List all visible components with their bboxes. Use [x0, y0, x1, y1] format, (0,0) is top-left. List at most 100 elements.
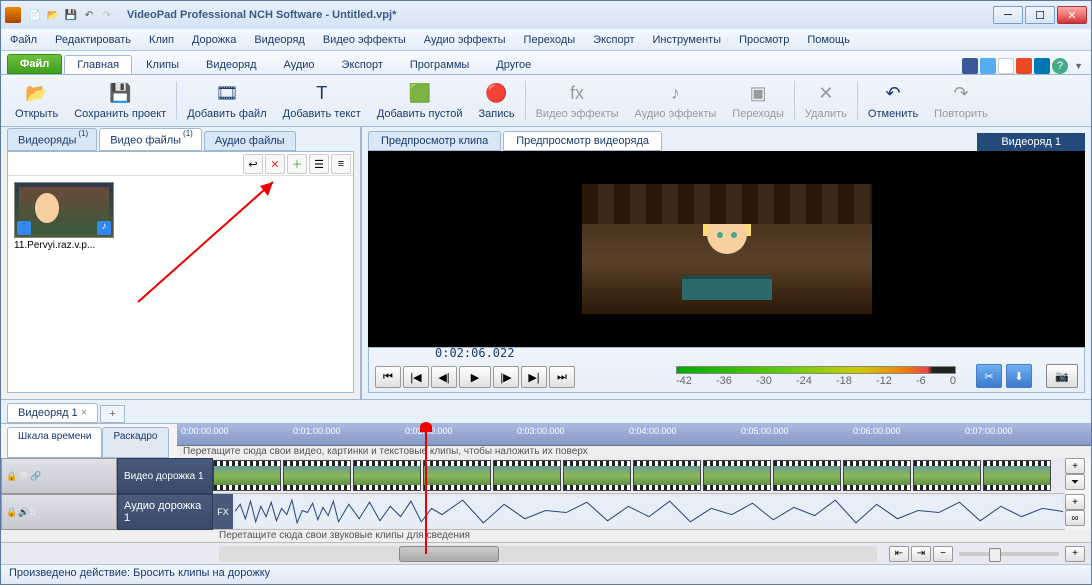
prev-frame-button[interactable]: |◀: [403, 366, 429, 388]
ribbon-tab-export[interactable]: Экспорт: [329, 55, 396, 74]
menu-clip[interactable]: Клип: [140, 31, 183, 49]
ribbon-Повторить-button[interactable]: ↷Повторить: [926, 77, 996, 124]
menu-track[interactable]: Дорожка: [183, 31, 245, 49]
video-track[interactable]: [213, 458, 1065, 494]
qa-save-icon[interactable]: 💾: [63, 7, 79, 23]
vu-meter: -42-36-30-24-18-12-60: [676, 366, 956, 388]
maximize-button[interactable]: ☐: [1025, 6, 1055, 24]
qa-undo-icon[interactable]: ↶: [81, 7, 97, 23]
zoom-out-button[interactable]: −: [933, 546, 953, 562]
sequence-tab[interactable]: Видеоряд 1 ×: [7, 403, 98, 423]
next-frame-button[interactable]: ▶|: [521, 366, 547, 388]
add-sequence-button[interactable]: +: [100, 405, 124, 423]
bin-delete-button[interactable]: ✕: [265, 154, 285, 174]
speaker-icon[interactable]: 🔊: [18, 507, 28, 517]
menu-transitions[interactable]: Переходы: [515, 31, 585, 49]
video-track-controls[interactable]: 🔒 👁 🔗: [1, 458, 117, 494]
timeline-tab[interactable]: Шкала времени: [7, 427, 102, 458]
zoom-in-button[interactable]: +: [1065, 546, 1085, 562]
ribbon-Видео эффекты-button[interactable]: fxВидео эффекты: [528, 77, 627, 124]
stumble-icon[interactable]: [1016, 58, 1032, 74]
qa-redo-icon[interactable]: ↷: [99, 7, 115, 23]
twitter-icon[interactable]: [980, 58, 996, 74]
ribbon-tab-clips[interactable]: Клипы: [133, 55, 192, 74]
split-button[interactable]: ✂: [976, 364, 1002, 388]
ribbon-tab-other[interactable]: Другое: [483, 55, 544, 74]
menu-videofx[interactable]: Видео эффекты: [314, 31, 415, 49]
step-back-button[interactable]: ◀|: [431, 366, 457, 388]
ribbon-Удалить-button[interactable]: ✕Удалить: [797, 77, 855, 124]
marker-button[interactable]: ⬇: [1006, 364, 1032, 388]
preview-tab-sequence[interactable]: Предпросмотр видеоряда: [503, 131, 662, 151]
goto-start-button[interactable]: ⏮: [375, 366, 401, 388]
audio-hint: Перетащите сюда свои звуковые клипы для …: [1, 530, 1091, 542]
qa-new-icon[interactable]: 📄: [27, 7, 43, 23]
bin-list-button[interactable]: ≡: [331, 154, 351, 174]
bin-view-button[interactable]: ☰: [309, 154, 329, 174]
close-button[interactable]: ✕: [1057, 6, 1087, 24]
menu-sequence[interactable]: Видеоряд: [245, 31, 314, 49]
atrack-link-button[interactable]: ∞: [1065, 510, 1085, 526]
ribbon-tab-home[interactable]: Главная: [64, 55, 132, 74]
menu-view[interactable]: Просмотр: [730, 31, 798, 49]
audio-track[interactable]: FX: [213, 494, 1065, 530]
vtrack-menu-button[interactable]: ⏷: [1065, 474, 1085, 490]
play-button[interactable]: ▶: [459, 366, 491, 388]
add-vtrack-button[interactable]: +: [1065, 458, 1085, 474]
solo-icon[interactable]: S: [30, 507, 40, 517]
goto-end-button[interactable]: ⏭: [549, 366, 575, 388]
bin-add-button[interactable]: ＋: [287, 154, 307, 174]
status-bar: Произведено действие: Бросить клипы на д…: [1, 564, 1091, 584]
bin-tab-video[interactable]: Видео файлы(1): [99, 128, 202, 151]
storyboard-tab[interactable]: Раскадро: [102, 427, 168, 458]
menu-tools[interactable]: Инструменты: [644, 31, 731, 49]
menu-audiofx[interactable]: Аудио эффекты: [415, 31, 515, 49]
preview-tab-clip[interactable]: Предпросмотр клипа: [368, 131, 501, 151]
menu-export[interactable]: Экспорт: [584, 31, 643, 49]
timeline-ruler[interactable]: 0:00:00.0000:01:00.0000:02:00.0000:03:00…: [177, 424, 1091, 446]
help-icon[interactable]: ?: [1052, 58, 1068, 74]
ribbon-tab-audio[interactable]: Аудио: [271, 55, 328, 74]
google-icon[interactable]: [998, 58, 1014, 74]
collapse-ribbon-icon[interactable]: ▼: [1070, 61, 1087, 71]
ribbon-Сохранить проект-button[interactable]: 💾Сохранить проект: [66, 77, 174, 124]
add-atrack-button[interactable]: +: [1065, 494, 1085, 510]
ribbon-Запись-button[interactable]: 🔴Запись: [471, 77, 523, 124]
menu-edit[interactable]: Редактировать: [46, 31, 140, 49]
ribbon-Аудио эффекты-button[interactable]: ♪Аудио эффекты: [627, 77, 725, 124]
audio-track-controls[interactable]: 🔒 🔊 S: [1, 494, 117, 530]
menu-file[interactable]: Файл: [1, 31, 46, 49]
qa-open-icon[interactable]: 📂: [45, 7, 61, 23]
ribbon-Отменить-button[interactable]: ↶Отменить: [860, 77, 926, 124]
lock-icon[interactable]: 🔒: [6, 507, 16, 517]
timeline-scrollbar[interactable]: [219, 546, 877, 562]
linkedin-icon[interactable]: [1034, 58, 1050, 74]
bin-tab-audio[interactable]: Аудио файлы: [204, 131, 296, 151]
clip-thumbnail[interactable]: ♪ 11.Pervyi.raz.v.p...: [14, 182, 114, 251]
minimize-button[interactable]: ─: [993, 6, 1023, 24]
menu-bar: Файл Редактировать Клип Дорожка Видеоряд…: [1, 29, 1091, 51]
ribbon-file-tab[interactable]: Файл: [7, 54, 62, 74]
fx-button[interactable]: FX: [213, 494, 233, 529]
ribbon-Переходы-button[interactable]: ▣Переходы: [724, 77, 792, 124]
scroll-left-button[interactable]: ⇤: [889, 546, 909, 562]
zoom-slider[interactable]: [959, 552, 1059, 556]
playhead[interactable]: [425, 424, 427, 554]
step-fwd-button[interactable]: |▶: [493, 366, 519, 388]
facebook-icon[interactable]: [962, 58, 978, 74]
link-icon[interactable]: 🔗: [30, 471, 40, 481]
snapshot-button[interactable]: 📷: [1046, 364, 1078, 388]
ribbon-Добавить пустой-button[interactable]: 🟩Добавить пустой: [369, 77, 471, 124]
audio-track-name: Аудио дорожка 1: [117, 494, 213, 530]
ribbon-Открыть-button[interactable]: 📂Открыть: [7, 77, 66, 124]
lock-icon[interactable]: 🔒: [6, 471, 16, 481]
menu-help[interactable]: Помощь: [798, 31, 859, 49]
ribbon-tab-apps[interactable]: Программы: [397, 55, 482, 74]
eye-icon[interactable]: 👁: [18, 471, 28, 481]
ribbon-Добавить файл-button[interactable]: 🎞Добавить файл: [179, 77, 274, 124]
ribbon-tab-sequence[interactable]: Видеоряд: [193, 55, 270, 74]
bin-undo-button[interactable]: ↩: [243, 154, 263, 174]
bin-tab-sequences[interactable]: Видеоряды(1): [7, 128, 97, 151]
ribbon-Добавить текст-button[interactable]: TДобавить текст: [275, 77, 369, 124]
scroll-right-button[interactable]: ⇥: [911, 546, 931, 562]
